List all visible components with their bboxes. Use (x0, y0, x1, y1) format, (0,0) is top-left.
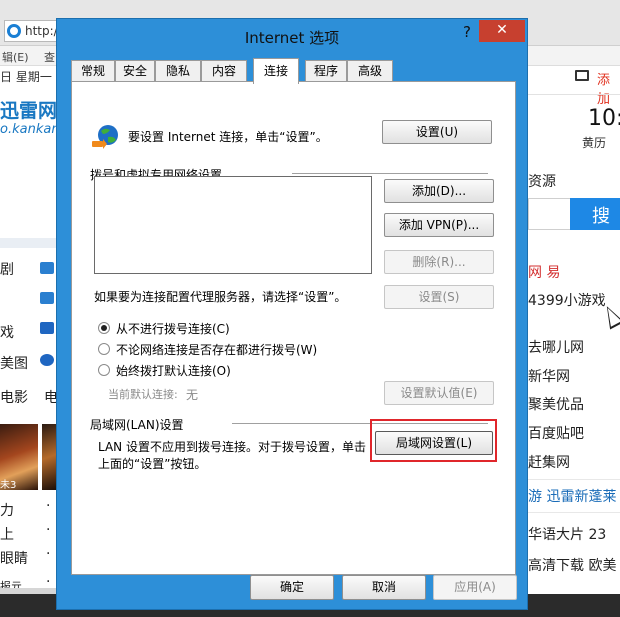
bullet: · (46, 546, 51, 562)
piggy-icon (40, 354, 54, 366)
remove-button[interactable]: 删除(R)... (384, 250, 494, 274)
site-link[interactable]: 新华网 (528, 366, 570, 386)
tab-security[interactable]: 安全 (115, 60, 155, 82)
search-button[interactable]: 搜 (570, 198, 620, 230)
tab-privacy[interactable]: 隐私 (155, 60, 201, 82)
lan-description-2: 上面的“设置”按钮。 (98, 457, 207, 471)
lan-section-heading: 局域网(LAN)设置 (90, 418, 184, 432)
menu-edit[interactable]: 辑(E) (2, 49, 29, 65)
site-link[interactable]: 游 迅雷新蓬莱 (528, 486, 616, 506)
red-highlight-box (370, 419, 497, 462)
left-link[interactable]: 力 (0, 500, 14, 520)
tab-strip: 常规 安全 隐私 内容 连接 程序 高级 (71, 58, 511, 84)
site-link[interactable]: 网 易 (528, 262, 560, 282)
left-link[interactable]: 剧 (0, 259, 14, 279)
apply-button[interactable]: 应用(A) (433, 575, 517, 600)
site-link[interactable]: 赶集网 (528, 452, 570, 472)
lan-description: LAN 设置不应用到拨号连接。对于拨号设置，单击 (98, 440, 366, 454)
right-divider (528, 479, 620, 480)
add-link[interactable]: 添加 (597, 69, 620, 107)
tab-connections[interactable]: 连接 (253, 58, 299, 84)
thumbnail-caption: 未3 (0, 480, 17, 491)
current-default-label: 当前默认连接: (108, 388, 178, 401)
left-link[interactable]: 眼睛 (0, 548, 28, 568)
site-logo-sub: o.kankan (0, 122, 60, 137)
lunar-calendar-link[interactable]: 黄历 (582, 134, 606, 151)
proxy-settings-button[interactable]: 设置(S) (384, 285, 494, 309)
dialog-titlebar[interactable]: Internet 选项 ? ✕ (57, 19, 527, 53)
left-link[interactable]: 上 (0, 524, 14, 544)
add-vpn-button[interactable]: 添加 VPN(P)... (384, 213, 494, 237)
tab-advanced[interactable]: 高级 (347, 60, 393, 82)
section-divider (292, 173, 488, 174)
radio-label: 不论网络连接是否存在都进行拨号(W) (116, 343, 318, 357)
internet-options-dialog: Internet 选项 ? ✕ 常规 安全 隐私 内容 连接 程序 高级 要设置… (56, 18, 528, 610)
add-connection-button[interactable]: 添加(D)... (384, 179, 494, 203)
site-link[interactable]: 去哪儿网 (528, 337, 584, 357)
thumbnail-image[interactable] (42, 424, 56, 490)
current-default-value: 无 (186, 388, 199, 402)
proxy-description: 如果要为连接配置代理服务器，请选择“设置”。 (94, 290, 347, 304)
screen-icon (40, 292, 54, 304)
tab-general[interactable]: 常规 (71, 60, 115, 82)
left-link[interactable]: 美图 (0, 353, 28, 373)
site-link[interactable]: 聚美优品 (528, 394, 584, 414)
bag-icon (40, 322, 54, 334)
radio-never-dial[interactable] (98, 322, 110, 334)
close-button[interactable]: ✕ (479, 20, 525, 42)
site-link[interactable]: 华语大片 23 (528, 524, 606, 544)
radio-label: 始终拨打默认连接(O) (116, 364, 231, 378)
radio-always-dial[interactable] (98, 364, 110, 376)
menu-view[interactable]: 查 (44, 49, 55, 65)
connections-panel: 要设置 Internet 连接，单击“设置”。 设置(U) 拨号和虚拟专用网络设… (71, 81, 516, 575)
radio-label: 从不进行拨号连接(C) (116, 322, 230, 336)
set-default-button[interactable]: 设置默认值(E) (384, 381, 494, 405)
bullet: · (46, 522, 51, 538)
left-link[interactable]: 戏 (0, 322, 14, 342)
date-text: 日 星期一 (0, 70, 52, 84)
address-bar[interactable]: http:// (4, 20, 62, 42)
right-divider (528, 94, 620, 95)
setup-button[interactable]: 设置(U) (382, 120, 492, 144)
tab-programs[interactable]: 程序 (305, 60, 347, 82)
globe-network-icon (92, 125, 118, 149)
ok-button[interactable]: 确定 (250, 575, 334, 600)
ie-icon (7, 24, 21, 38)
help-button[interactable]: ? (457, 23, 477, 45)
setup-description: 要设置 Internet 连接，单击“设置”。 (128, 130, 328, 144)
site-link[interactable]: 百度贴吧 (528, 423, 584, 443)
tab-content[interactable]: 内容 (201, 60, 247, 82)
connections-listbox[interactable] (94, 176, 372, 274)
resource-label: 资源 (528, 174, 556, 190)
video-icon (40, 262, 54, 274)
search-input[interactable] (528, 198, 570, 230)
bullet: · (46, 498, 51, 514)
site-link[interactable]: 4399小游戏 (528, 290, 606, 310)
right-divider (528, 512, 620, 513)
left-link[interactable]: 电影 (0, 387, 28, 407)
cancel-button[interactable]: 取消 (342, 575, 426, 600)
site-link[interactable]: 高清下载 欧美 (528, 555, 616, 575)
monitor-icon (575, 70, 589, 81)
radio-dial-whenever[interactable] (98, 343, 110, 355)
clock-time: 10:2 (588, 106, 620, 131)
left-divider (0, 238, 56, 248)
